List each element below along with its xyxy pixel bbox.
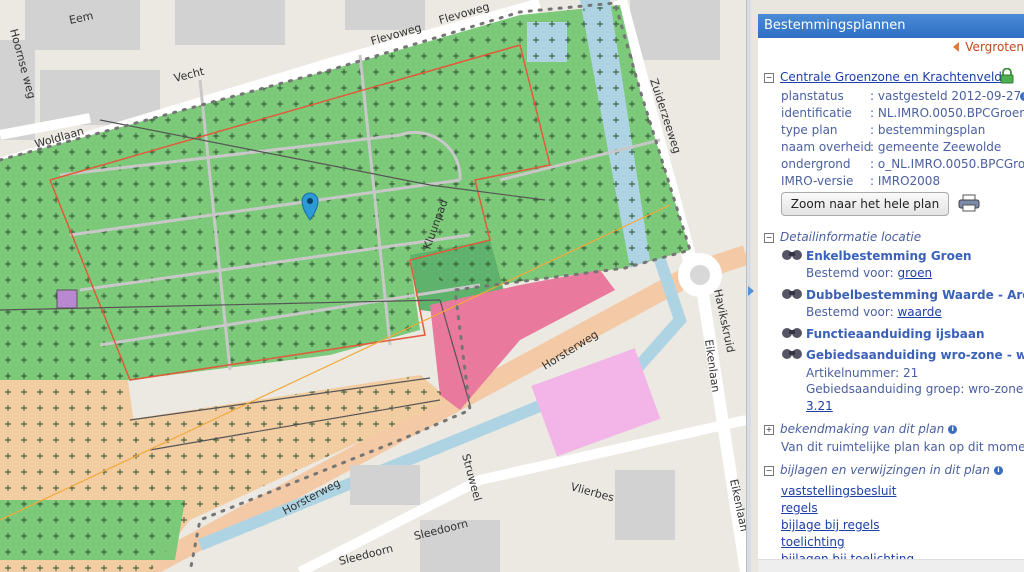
detail-item-sub: Artikelnummer: 21	[806, 366, 919, 380]
bestemming-link[interactable]: groen	[897, 266, 932, 280]
printer-icon[interactable]	[958, 194, 980, 212]
document-link[interactable]: vaststellingsbesluit	[781, 484, 896, 498]
detail-item-sub: Bestemd voor: groen	[806, 266, 933, 280]
building	[25, 0, 140, 50]
detail-item-title: Functieaanduiding ijsbaan	[806, 327, 985, 341]
horizontal-scrollbar[interactable]	[758, 559, 1024, 572]
plan-name-link[interactable]: Centrale Groenzone en Krachtenveld	[780, 70, 1002, 84]
binoculars-icon	[782, 328, 802, 338]
arrow-left-icon	[953, 42, 960, 52]
detail-item-sub: Bestemd voor: waarde	[806, 305, 942, 319]
lock-icon	[1000, 68, 1014, 84]
bekendmaking-text: Van dit ruimtelijke plan kan op dit mome…	[781, 440, 1024, 454]
building	[615, 470, 675, 540]
document-link[interactable]: bijlage bij regels	[781, 518, 880, 532]
info-icon[interactable]: i	[993, 466, 1003, 475]
collapse-toggle[interactable]: −	[764, 233, 774, 243]
detail-item-title: Dubbelbestemming Waarde - Archeologie	[806, 288, 1024, 302]
binoculars-icon	[782, 289, 802, 299]
detail-item-link: 3.21	[806, 399, 833, 413]
zoom-in-link[interactable]: Vergroten	[953, 40, 1024, 54]
collapse-toggle[interactable]: −	[764, 466, 774, 476]
detail-section-title: Detailinformatie locatie	[780, 230, 922, 244]
detail-item-sub: Gebiedsaanduiding groep: wro-zone	[806, 382, 1024, 396]
detail-item-title: Enkelbestemming Groen	[806, 249, 972, 263]
expand-toggle[interactable]: +	[764, 425, 774, 435]
map-view[interactable]: Eem Hoornse weg Vecht Flevoweg Flevoweg …	[0, 0, 746, 572]
info-icon[interactable]: i	[948, 425, 958, 434]
zoom-to-plan-button[interactable]: Zoom naar het hele plan	[781, 192, 949, 216]
info-icon[interactable]: i	[1020, 92, 1024, 101]
building	[175, 0, 285, 45]
panel-title: Bestemmingsplannen	[758, 14, 1024, 38]
bestemming-link[interactable]: waarde	[897, 305, 941, 319]
artikel-link[interactable]: 3.21	[806, 399, 833, 413]
info-panel: Bestemmingsplannen Vergroten − Centrale G…	[758, 14, 1024, 572]
detail-item-title: Gebiedsaanduiding wro-zone - wijzigingsg…	[806, 348, 1024, 362]
bekendmaking-title: bekendmaking van dit plan	[780, 422, 945, 436]
collapse-toggle[interactable]: −	[764, 73, 774, 83]
building	[630, 0, 720, 60]
document-link[interactable]: regels	[781, 501, 818, 515]
binoculars-icon	[782, 250, 802, 260]
binoculars-icon	[782, 349, 802, 359]
document-link[interactable]: toelichting	[781, 535, 845, 549]
collapse-arrow-icon[interactable]	[748, 286, 754, 296]
small-building	[56, 289, 78, 309]
building	[350, 465, 420, 505]
bijlagen-title: bijlagen en verwijzingen in dit plan	[780, 463, 990, 477]
